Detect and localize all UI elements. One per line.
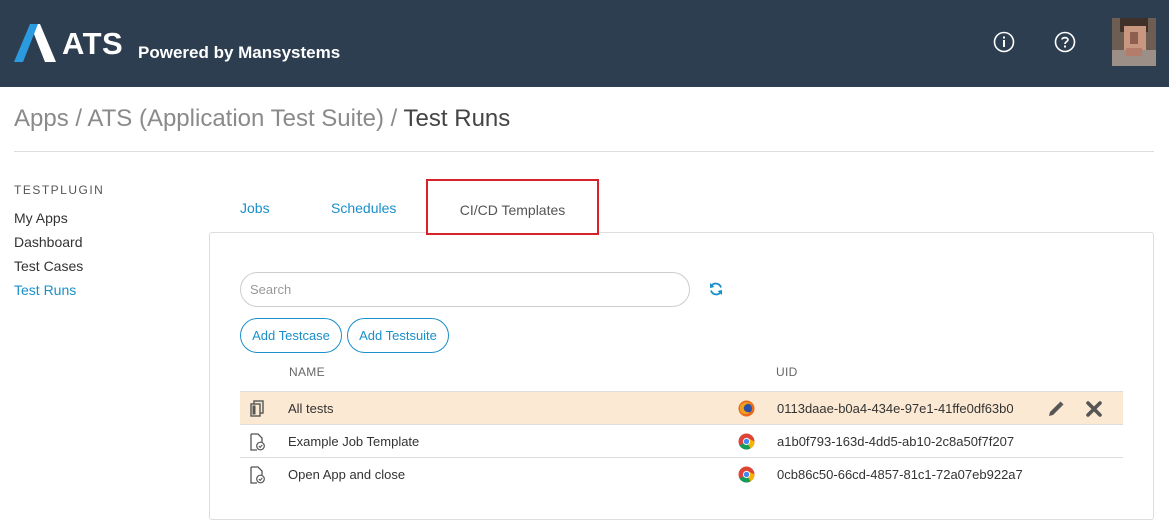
delete-icon[interactable] — [1085, 400, 1103, 418]
sidebar-item-test-runs[interactable]: Test Runs — [14, 282, 76, 298]
help-icon[interactable] — [1054, 31, 1076, 53]
table-row[interactable]: All tests 0113daae-b0a4-434e-97e1-41ffe0… — [240, 391, 1123, 424]
sidebar-item-my-apps[interactable]: My Apps — [14, 210, 68, 226]
column-header-uid[interactable]: UID — [776, 365, 798, 379]
edit-icon[interactable] — [1047, 400, 1065, 418]
breadcrumb-current: Test Runs — [403, 105, 511, 132]
breadcrumb-separator: / — [383, 105, 404, 132]
template-name: Example Job Template — [288, 434, 420, 449]
table-row[interactable]: Example Job Template a1b0f793-163d-4dd5-… — [240, 424, 1123, 457]
sidebar-item-test-cases[interactable]: Test Cases — [14, 258, 83, 274]
column-header-name[interactable]: NAME — [289, 365, 325, 379]
user-avatar[interactable] — [1112, 18, 1156, 66]
template-uid: 0113daae-b0a4-434e-97e1-41ffe0df63b0 — [777, 401, 1014, 416]
divider — [14, 151, 1154, 152]
template-name: Open App and close — [288, 467, 406, 482]
info-icon[interactable] — [993, 31, 1015, 53]
search-input[interactable] — [240, 272, 690, 307]
refresh-icon[interactable] — [708, 281, 724, 297]
template-uid: 0cb86c50-66cd-4857-81c1-72a07eb922a7 — [777, 467, 1023, 482]
ats-logo-icon — [14, 24, 56, 62]
tab-ci-cd-templates[interactable]: CI/CD Templates — [426, 179, 599, 235]
template-uid: a1b0f793-163d-4dd5-ab10-2c8a50f7f207 — [777, 434, 1015, 449]
breadcrumb-ats[interactable]: ATS (Application Test Suite) — [87, 105, 384, 132]
breadcrumb: Apps / ATS (Application Test Suite) / Te… — [14, 105, 510, 133]
chrome-icon — [738, 466, 755, 483]
breadcrumb-apps[interactable]: Apps — [14, 105, 69, 132]
file-check-icon — [250, 433, 265, 451]
table-row[interactable]: Open App and close 0cb86c50-66cd-4857-81… — [240, 457, 1123, 490]
tab-label: CI/CD Templates — [459, 202, 566, 218]
add-testsuite-button[interactable]: Add Testsuite — [347, 318, 449, 353]
add-testcase-button[interactable]: Add Testcase — [240, 318, 342, 353]
firefox-icon — [738, 400, 755, 417]
copy-icon — [250, 400, 264, 417]
tab-schedules[interactable]: Schedules — [331, 200, 396, 216]
tab-jobs[interactable]: Jobs — [240, 200, 270, 216]
template-name: All tests — [288, 401, 334, 416]
file-check-icon — [250, 466, 265, 484]
breadcrumb-separator: / — [68, 105, 88, 132]
sidebar-title: TESTPLUGIN — [14, 183, 105, 197]
sidebar-item-dashboard[interactable]: Dashboard — [14, 234, 83, 250]
top-navbar: ATS Powered by Mansystems — [0, 0, 1169, 87]
brand-tagline: Powered by Mansystems — [138, 43, 341, 62]
chrome-icon — [738, 433, 755, 450]
brand-name[interactable]: ATS — [62, 26, 123, 62]
